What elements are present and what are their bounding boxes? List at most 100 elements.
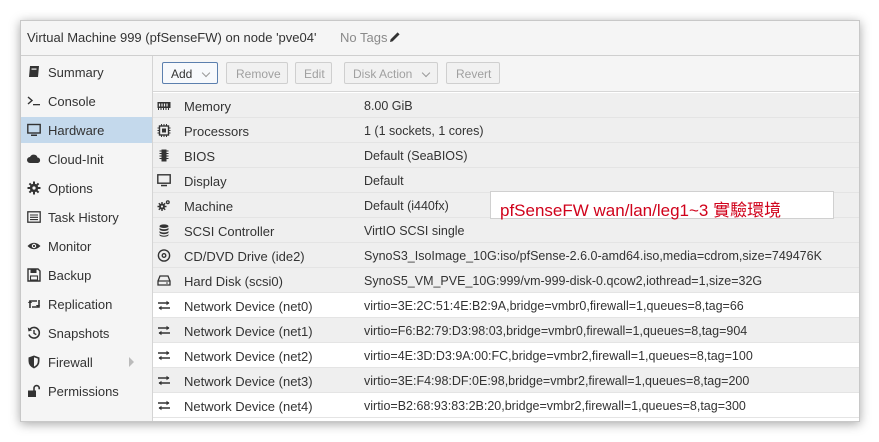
monitor-icon [27,123,41,136]
sidebar: Summary Console Hardware Cloud-Init Opti… [21,56,152,421]
memory-icon [157,102,171,110]
shield-icon [28,355,40,369]
exchange-icon [158,400,170,411]
hardware-row-hard-disk[interactable]: Hard Disk (scsi0) SynoS5_VM_PVE_10G:999/… [153,268,859,293]
exchange-icon [158,325,170,336]
revert-button[interactable]: Revert [446,62,500,84]
edit-button[interactable]: Edit [295,62,332,84]
sidebar-item-firewall[interactable]: Firewall [21,349,152,375]
hardware-row-net1[interactable]: Network Device (net1) virtio=F6:B2:79:D3… [153,318,859,343]
hdd-icon [157,275,171,286]
chevron-right-icon[interactable] [129,357,134,367]
remove-button-label: Remove [236,67,281,81]
hardware-value: virtio=3E:F4:98:DF:0E:98,bridge=vmbr2,fi… [364,374,750,388]
gear-icon [27,181,41,195]
sidebar-item-label: Backup [48,268,92,283]
hardware-row-net0[interactable]: Network Device (net0) virtio=3E:2C:51:4E… [153,293,859,318]
hardware-name: Memory [184,99,231,114]
hardware-row-net3[interactable]: Network Device (net3) virtio=3E:F4:98:DF… [153,368,859,393]
hardware-name: SCSI Controller [184,224,275,239]
chevron-down-icon [421,68,431,78]
hardware-value: 8.00 GiB [364,99,413,113]
hardware-name: Network Device (net0) [184,299,313,314]
cloud-icon [27,154,41,163]
hardware-row-net2[interactable]: Network Device (net2) virtio=4E:3D:D3:9A… [153,343,859,368]
hardware-value: virtio=3E:2C:51:4E:B2:9A,bridge=vmbr0,fi… [364,299,744,313]
exchange-icon [158,300,170,311]
hardware-row-cd-dvd-drive[interactable]: CD/DVD Drive (ide2) SynoS3_IsoImage_10G:… [153,243,859,268]
hardware-row-scsi-controller[interactable]: SCSI Controller VirtIO SCSI single [153,218,859,243]
chevron-down-icon [201,68,211,78]
sidebar-item-backup[interactable]: Backup [21,262,152,288]
hardware-value: SynoS3_IsoImage_10G:iso/pfSense-2.6.0-am… [364,249,822,263]
revert-button-label: Revert [456,67,492,81]
hardware-value: SynoS5_VM_PVE_10G:999/vm-999-disk-0.qcow… [364,274,763,288]
hardware-value: VirtIO SCSI single [364,224,465,238]
sidebar-item-hardware[interactable]: Hardware [21,117,152,143]
sidebar-item-label: Permissions [48,384,119,399]
hardware-row-bios[interactable]: BIOS Default (SeaBIOS) [153,143,859,168]
hardware-name: Machine [184,199,234,214]
hardware-name: CD/DVD Drive (ide2) [184,249,305,264]
cdrom-icon [157,249,171,262]
desktop-icon [157,174,171,187]
hardware-toolbar: Add Remove Edit Disk Action Revert [153,56,859,92]
hardware-value: virtio=B2:68:93:83:2B:20,bridge=vmbr2,fi… [364,399,746,413]
terminal-icon [27,96,40,106]
sidebar-item-task-history[interactable]: Task History [21,204,152,230]
book-icon [29,66,39,77]
cogs-icon [157,200,170,211]
sidebar-item-replication[interactable]: Replication [21,291,152,317]
hardware-value: Default (i440fx) [364,199,449,213]
hardware-panel: Add Remove Edit Disk Action Revert Memor… [153,56,859,421]
floppy-icon [27,268,41,282]
sidebar-item-monitor[interactable]: Monitor [21,233,152,259]
sidebar-item-label: Task History [48,210,119,225]
sidebar-item-cloud-init[interactable]: Cloud-Init [21,146,152,172]
vm-window: Virtual Machine 999 (pfSenseFW) on node … [20,20,860,422]
sidebar-item-summary[interactable]: Summary [21,59,152,85]
sidebar-item-console[interactable]: Console [21,88,152,114]
hardware-row-net4[interactable]: Network Device (net4) virtio=B2:68:93:83… [153,393,859,418]
hardware-value: virtio=F6:B2:79:D3:98:03,bridge=vmbr0,fi… [364,324,748,338]
sidebar-item-permissions[interactable]: Permissions [21,378,152,404]
title-bar: Virtual Machine 999 (pfSenseFW) on node … [21,21,859,56]
database-icon [159,224,169,237]
hardware-row-memory[interactable]: Memory 8.00 GiB [153,93,859,118]
disk-action-button[interactable]: Disk Action [344,62,438,84]
sidebar-item-label: Cloud-Init [48,152,104,167]
tags-label[interactable]: No Tags [340,30,387,45]
sidebar-item-label: Monitor [48,239,92,254]
sidebar-item-label: Replication [48,297,113,312]
hardware-name: Network Device (net1) [184,324,313,339]
hardware-row-processors[interactable]: Processors 1 (1 sockets, 1 cores) [153,118,859,143]
hardware-row-display[interactable]: Display Default [153,168,859,193]
sidebar-item-snapshots[interactable]: Snapshots [21,320,152,346]
edit-button-label: Edit [304,67,325,81]
hardware-name: BIOS [184,149,216,164]
hardware-name: Display [184,174,227,189]
hardware-name: Hard Disk (scsi0) [184,274,283,289]
window-title: Virtual Machine 999 (pfSenseFW) on node … [27,30,317,45]
eye-icon [27,242,41,250]
sidebar-item-label: Console [48,94,96,109]
pencil-icon[interactable] [389,31,401,43]
sidebar-item-options[interactable]: Options [21,175,152,201]
add-button-label: Add [171,67,193,81]
sidebar-item-label: Hardware [48,123,105,138]
hardware-value: virtio=4E:3D:D3:9A:00:FC,bridge=vmbr2,fi… [364,349,753,363]
hardware-value: 1 (1 sockets, 1 cores) [364,124,484,138]
add-button[interactable]: Add [162,62,218,84]
unlock-icon [28,384,40,397]
disk-action-button-label: Disk Action [353,67,413,81]
hardware-name: Processors [184,124,250,139]
hardware-name: Network Device (net3) [184,374,313,389]
exchange-icon [158,350,170,361]
sidebar-item-label: Options [48,181,93,196]
hardware-name: Network Device (net4) [184,399,313,414]
history-icon [27,326,41,339]
hardware-name: Network Device (net2) [184,349,313,364]
exchange-icon [158,375,170,386]
remove-button[interactable]: Remove [226,62,288,84]
sidebar-item-label: Summary [48,65,104,80]
